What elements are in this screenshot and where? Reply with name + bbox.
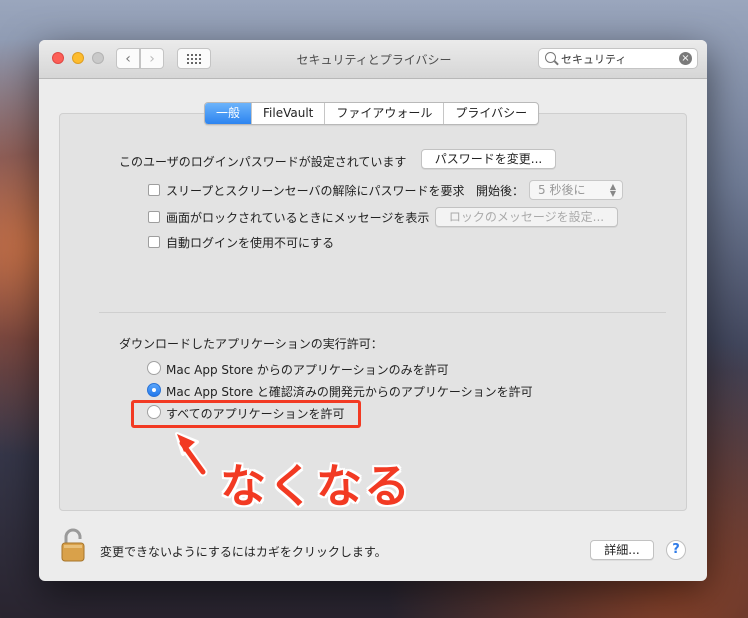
annotation-arrow-icon: [175, 432, 208, 477]
password-delay-select[interactable]: 5 秒後に ▲ ▼: [529, 180, 623, 200]
show-message-label: 画面がロックされているときにメッセージを表示: [166, 211, 430, 225]
tab-privacy[interactable]: プライバシー: [443, 103, 538, 124]
tab-general[interactable]: 一般: [205, 103, 252, 124]
search-field[interactable]: ×: [538, 48, 698, 69]
title-bar: ‹ › セキュリティとプライバシー ×: [39, 40, 707, 79]
password-delay-value: 5 秒後に: [538, 183, 586, 197]
set-lock-message-button[interactable]: ロックのメッセージを設定...: [435, 207, 618, 227]
clear-search-icon[interactable]: ×: [679, 52, 692, 65]
annotation-text: なくなる: [220, 459, 412, 513]
lock-instruction-text: 変更できないようにするにはカギをクリックします。: [100, 545, 387, 559]
show-all-button[interactable]: [177, 48, 211, 69]
chevron-left-icon: ‹: [125, 50, 131, 67]
tab-filevault[interactable]: FileVault: [251, 103, 324, 124]
search-icon: [545, 52, 556, 63]
section-divider: [99, 312, 666, 313]
radio-app-store-identified[interactable]: [147, 383, 161, 397]
tab-firewall[interactable]: ファイアウォール: [324, 103, 443, 124]
window-title: セキュリティとプライバシー: [296, 53, 452, 67]
forward-button[interactable]: ›: [140, 48, 164, 69]
tab-bar: 一般 FileVault ファイアウォール プライバシー: [204, 102, 540, 125]
radio-app-store-identified-label: Mac App Store と確認済みの開発元からのアプリケーションを許可: [166, 385, 533, 399]
password-set-text: このユーザのログインパスワードが設定されています: [119, 155, 407, 169]
require-password-checkbox[interactable]: [148, 184, 160, 196]
downloads-heading: ダウンロードしたアプリケーションの実行許可：: [119, 337, 383, 351]
disable-autologin-checkbox[interactable]: [148, 236, 160, 248]
zoom-window-button[interactable]: [92, 52, 104, 64]
advanced-button[interactable]: 詳細...: [590, 540, 654, 560]
annotation-highlight-box: [131, 400, 361, 428]
minimize-window-button[interactable]: [72, 52, 84, 64]
show-message-checkbox[interactable]: [148, 211, 160, 223]
help-button[interactable]: ?: [666, 540, 686, 560]
radio-app-store-only[interactable]: [147, 361, 161, 375]
after-label: 開始後：: [476, 184, 525, 198]
search-input[interactable]: [561, 51, 673, 67]
change-password-button[interactable]: パスワードを変更...: [421, 149, 556, 169]
back-button[interactable]: ‹: [116, 48, 140, 69]
lock-icon[interactable]: [59, 527, 91, 563]
close-window-button[interactable]: [52, 52, 64, 64]
disable-autologin-label: 自動ログインを使用不可にする: [166, 236, 335, 250]
radio-app-store-only-label: Mac App Store からのアプリケーションのみを許可: [166, 363, 449, 377]
chevron-right-icon: ›: [149, 50, 155, 67]
grid-icon: [187, 53, 201, 64]
require-password-label: スリープとスクリーンセーバの解除にパスワードを要求: [166, 184, 465, 198]
up-down-arrows-icon: ▲ ▼: [609, 182, 617, 198]
